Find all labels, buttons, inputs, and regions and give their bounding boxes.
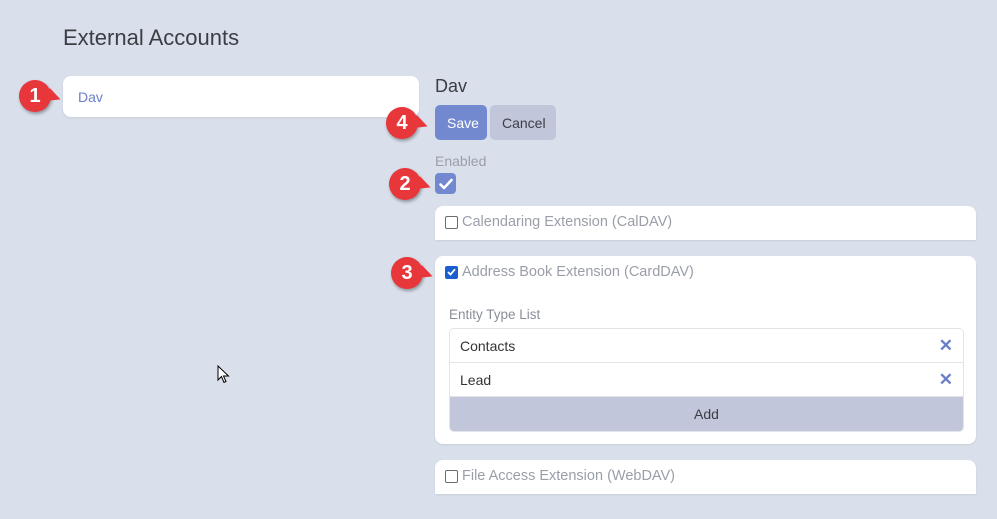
- caldav-checkbox[interactable]: [445, 215, 458, 229]
- list-item: Contacts ✕: [450, 329, 963, 363]
- annotation-badge-4: 4: [386, 107, 418, 139]
- entity-name: Lead: [460, 371, 492, 388]
- checkmark-icon: [438, 178, 453, 189]
- entity-type-list: Contacts ✕ Lead ✕ Add: [449, 328, 964, 432]
- caldav-label: Calendaring Extension (CalDAV): [462, 214, 673, 230]
- carddav-label: Address Book Extension (CardDAV): [462, 264, 694, 280]
- detail-title: Dav: [435, 76, 468, 96]
- enabled-label: Enabled: [435, 153, 487, 169]
- webdav-checkbox[interactable]: [445, 469, 458, 483]
- carddav-card: Address Book Extension (CardDAV) Entity …: [435, 256, 976, 444]
- caldav-card: Calendaring Extension (CalDAV): [435, 206, 976, 240]
- entity-name: Contacts: [460, 337, 516, 354]
- close-icon[interactable]: ✕: [939, 370, 953, 390]
- page-title: External Accounts: [63, 25, 240, 50]
- webdav-label: File Access Extension (WebDAV): [462, 468, 676, 484]
- account-item-dav[interactable]: Dav: [78, 89, 103, 105]
- annotation-badge-1: 1: [19, 80, 51, 112]
- annotation-badge-2: 2: [389, 168, 421, 200]
- close-icon[interactable]: ✕: [939, 336, 953, 356]
- enabled-checkbox[interactable]: [435, 173, 456, 194]
- checkmark-icon: [447, 268, 456, 276]
- mouse-pointer-icon: [217, 365, 230, 384]
- save-button[interactable]: Save: [435, 105, 487, 140]
- add-entity-button[interactable]: Add: [450, 397, 963, 431]
- webdav-card: File Access Extension (WebDAV): [435, 460, 976, 494]
- carddav-checkbox[interactable]: [445, 265, 458, 279]
- list-item: Lead ✕: [450, 363, 963, 397]
- annotation-badge-3: 3: [391, 257, 423, 289]
- accounts-list: Dav: [63, 76, 419, 117]
- entity-type-list-label: Entity Type List: [449, 307, 541, 322]
- cancel-button[interactable]: Cancel: [490, 105, 556, 140]
